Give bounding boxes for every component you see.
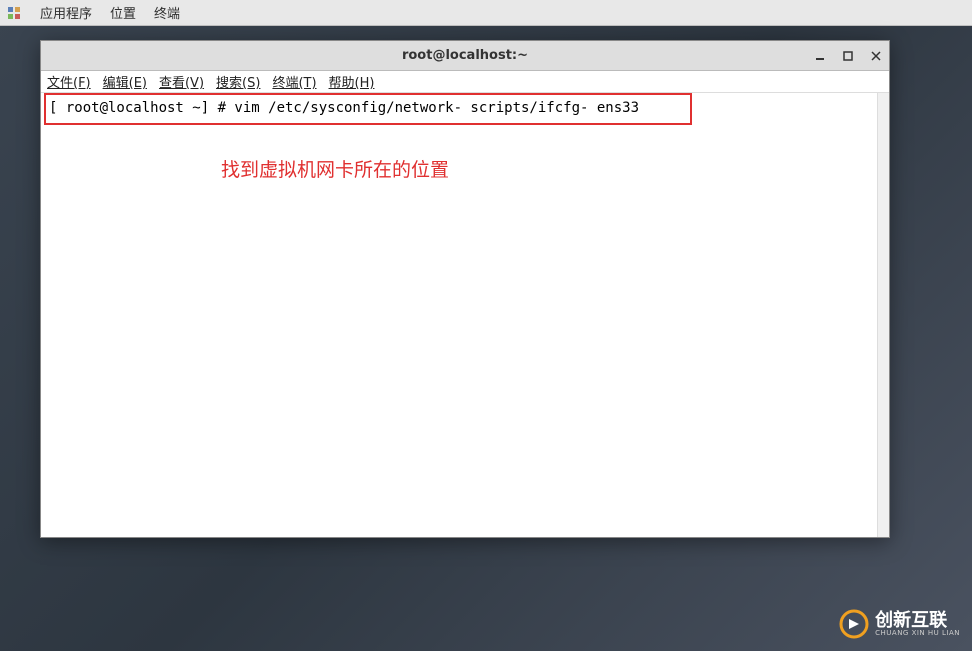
menu-view[interactable]: 查看(V) — [159, 72, 204, 91]
window-titlebar[interactable]: root@localhost:~ — [41, 41, 889, 71]
menu-file[interactable]: 文件(F) — [47, 72, 91, 91]
activities-icon[interactable] — [6, 5, 22, 21]
command-line: [ root@localhost ~] # vim /etc/sysconfig… — [49, 99, 881, 119]
maximize-button[interactable] — [841, 49, 855, 63]
panel-places[interactable]: 位置 — [110, 3, 136, 22]
terminal-menubar: 文件(F) 编辑(E) 查看(V) 搜索(S) 终端(T) 帮助(H) — [41, 71, 889, 93]
watermark: 创新互联 CHUANG XIN HU LIAN — [839, 609, 960, 639]
close-button[interactable] — [869, 49, 883, 63]
window-controls — [813, 49, 883, 63]
panel-applications[interactable]: 应用程序 — [40, 3, 92, 22]
window-title: root@localhost:~ — [41, 48, 889, 63]
watermark-sub: CHUANG XIN HU LIAN — [875, 630, 960, 637]
annotation-text: 找到虚拟机网卡所在的位置 — [221, 155, 449, 182]
desktop-top-panel: 应用程序 位置 终端 — [0, 0, 972, 26]
minimize-button[interactable] — [813, 49, 827, 63]
watermark-main: 创新互联 — [875, 612, 960, 630]
watermark-logo-icon — [839, 609, 869, 639]
panel-terminal[interactable]: 终端 — [154, 3, 180, 22]
terminal-window: root@localhost:~ 文件(F) 编辑(E) 查看(V) 搜索(S)… — [40, 40, 890, 538]
terminal-content[interactable]: [ root@localhost ~] # vim /etc/sysconfig… — [41, 93, 889, 537]
menu-edit[interactable]: 编辑(E) — [103, 72, 147, 91]
menu-help[interactable]: 帮助(H) — [329, 72, 375, 91]
menu-terminal[interactable]: 终端(T) — [272, 72, 316, 91]
vertical-scrollbar[interactable] — [877, 93, 889, 537]
menu-search[interactable]: 搜索(S) — [216, 72, 260, 91]
